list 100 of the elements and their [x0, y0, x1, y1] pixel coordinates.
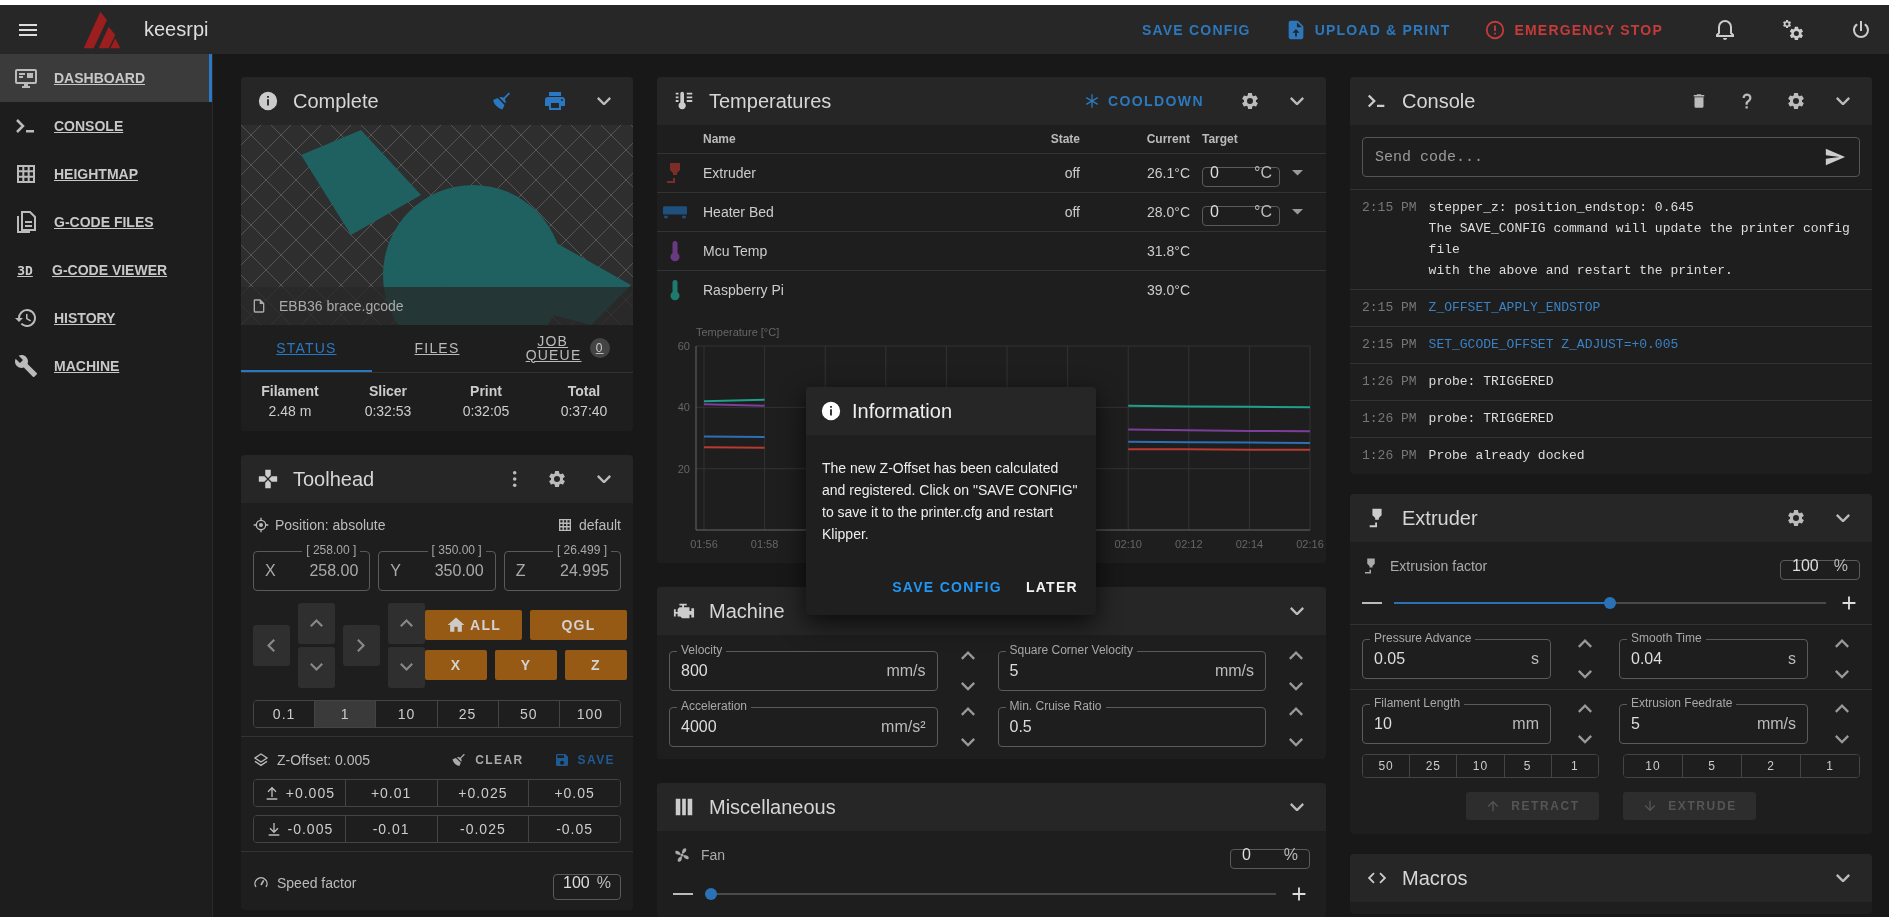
nav-link[interactable]: MACHINE [0, 342, 212, 390]
minus-icon[interactable] [1362, 601, 1382, 605]
heater-name: Raspberry Pi [697, 270, 1026, 309]
tab[interactable]: JOB QUEUE 0 [502, 325, 633, 372]
jog-button[interactable] [388, 647, 425, 688]
extrusion-factor-field[interactable]: 100 % [1780, 552, 1860, 580]
send-icon[interactable] [1824, 146, 1846, 168]
number-field[interactable]: Filament Length 10 mm [1362, 696, 1551, 744]
nav-link[interactable]: HISTORY [0, 294, 212, 342]
card-title: Console [1402, 89, 1477, 113]
offset-button[interactable]: -0.05 [528, 816, 620, 842]
axis-position-field[interactable]: [ 350.00 ] Y 350.00 [378, 543, 496, 591]
chevron-down-icon[interactable] [1578, 670, 1592, 679]
chevron-down-icon[interactable] [1289, 682, 1303, 691]
home-button[interactable]: ALL [425, 610, 522, 640]
dialog-button[interactable]: SAVE CONFIG [884, 573, 1010, 601]
settings-icon[interactable] [1240, 91, 1260, 111]
chevron-down-icon[interactable] [1836, 513, 1850, 523]
home-button[interactable]: X [425, 650, 487, 680]
tab[interactable]: FILES [371, 325, 503, 372]
chevron-down-icon[interactable] [1290, 802, 1304, 812]
chevron-down-icon[interactable] [1289, 738, 1303, 747]
count-badge: 0 [589, 337, 610, 358]
printer-icon[interactable] [543, 89, 567, 113]
slider-track[interactable] [705, 887, 1276, 901]
chevron-up-icon[interactable] [1578, 704, 1592, 713]
number-field[interactable]: Smooth Time 0.04 s [1619, 631, 1808, 679]
settings-icon[interactable] [1786, 508, 1806, 528]
history-icon [14, 306, 38, 330]
home-button[interactable]: QGL [530, 610, 627, 640]
chevron-up-icon[interactable] [960, 651, 975, 660]
chevron-down-icon[interactable] [1836, 96, 1850, 106]
axis-tick-label: 01:56 [690, 538, 718, 550]
chevron-down-icon[interactable] [1835, 670, 1849, 679]
number-field[interactable]: Extrusion Feedrate 5 mm/s [1619, 696, 1808, 744]
bell-icon[interactable] [1713, 17, 1737, 42]
home-button[interactable]: Y [495, 650, 557, 680]
jog-button[interactable] [298, 647, 335, 688]
broom-icon[interactable] [491, 90, 513, 112]
chevron-down-icon[interactable] [1578, 735, 1592, 744]
axis-position-field[interactable]: [ 258.00 ] X 258.00 [253, 543, 371, 591]
more-icon[interactable] [511, 470, 517, 488]
slider-track[interactable] [1394, 596, 1826, 610]
step-button[interactable]: 1 [314, 701, 376, 727]
number-field[interactable]: Pressure Advance 0.05 s [1362, 631, 1551, 679]
chevron-down-icon[interactable] [1290, 606, 1304, 616]
number-field[interactable]: Min. Cruise Ratio 0.5 [997, 699, 1266, 747]
step-button[interactable]: 1 [1800, 755, 1859, 777]
step-button[interactable]: 1 [1550, 755, 1598, 777]
number-field[interactable]: Velocity 800 mm/s [669, 643, 938, 691]
fan-icon [673, 846, 691, 864]
chevron-up-icon[interactable] [1578, 639, 1592, 648]
chevron-down-icon[interactable] [597, 474, 611, 484]
nav-link[interactable]: G-CODE FILES [0, 198, 212, 246]
chevron-down-icon[interactable] [960, 738, 975, 747]
chevron-down-icon[interactable] [1836, 873, 1850, 883]
target-temperature-field[interactable]: 0 °C [1202, 159, 1280, 187]
gears-icon[interactable] [1781, 17, 1805, 42]
command-input[interactable]: Send code... [1362, 137, 1860, 177]
axis-title: Temperature [°C] [696, 326, 780, 338]
target-temperature-field[interactable]: 0 °C [1202, 198, 1280, 226]
chevron-up-icon[interactable] [1835, 704, 1849, 713]
caret-down-icon[interactable] [1292, 209, 1303, 215]
slider-thumb[interactable] [705, 888, 717, 900]
slider-thumb[interactable] [1604, 597, 1616, 609]
chevron-down-icon[interactable] [960, 682, 975, 691]
nav-link[interactable]: DASHBOARD [0, 54, 212, 102]
step-button[interactable]: 100 [558, 701, 620, 727]
jog-button[interactable] [388, 603, 425, 644]
chevron-up-icon[interactable] [1289, 707, 1303, 716]
jog-button[interactable] [253, 625, 290, 666]
snowflake-icon [1084, 93, 1101, 109]
settings-icon[interactable] [1786, 91, 1806, 111]
chevron-up-icon[interactable] [960, 707, 975, 716]
minus-icon[interactable] [673, 892, 693, 896]
broom-icon [451, 752, 468, 768]
console-message: probe: TRIGGERED [1428, 373, 1555, 391]
settings-icon[interactable] [547, 469, 567, 489]
offset-button[interactable]: +0.05 [528, 780, 620, 806]
number-field[interactable]: Square Corner Velocity 5 mm/s [997, 643, 1266, 691]
nav-link[interactable]: 3D G-CODE VIEWER [0, 246, 212, 294]
home-button[interactable]: Z [565, 650, 627, 680]
axis-position-field[interactable]: [ 26.499 ] Z 24.995 [503, 543, 621, 591]
nav-link[interactable]: HEIGHTMAP [0, 150, 212, 198]
fan-speed-field[interactable]: 0 % [1230, 841, 1310, 869]
dialog-button[interactable]: LATER [1017, 573, 1086, 601]
caret-down-icon[interactable] [1292, 170, 1303, 176]
tab[interactable]: STATUS [241, 325, 372, 372]
chevron-up-icon[interactable] [1835, 639, 1849, 648]
chevron-down-icon[interactable] [597, 96, 611, 106]
clear-button[interactable]: CLEAR [445, 751, 530, 769]
axis-tick-label: 20 [677, 462, 690, 475]
jog-button[interactable] [343, 625, 380, 666]
speed-factor-field[interactable]: 100 % [553, 866, 621, 900]
chevron-down-icon[interactable] [1835, 735, 1849, 744]
chevron-down-icon[interactable] [1290, 96, 1304, 106]
nav-link[interactable]: CONSOLE [0, 102, 212, 150]
jog-button[interactable] [298, 603, 335, 644]
number-field[interactable]: Acceleration 4000 mm/s² [669, 699, 938, 747]
chevron-up-icon[interactable] [1289, 651, 1303, 660]
